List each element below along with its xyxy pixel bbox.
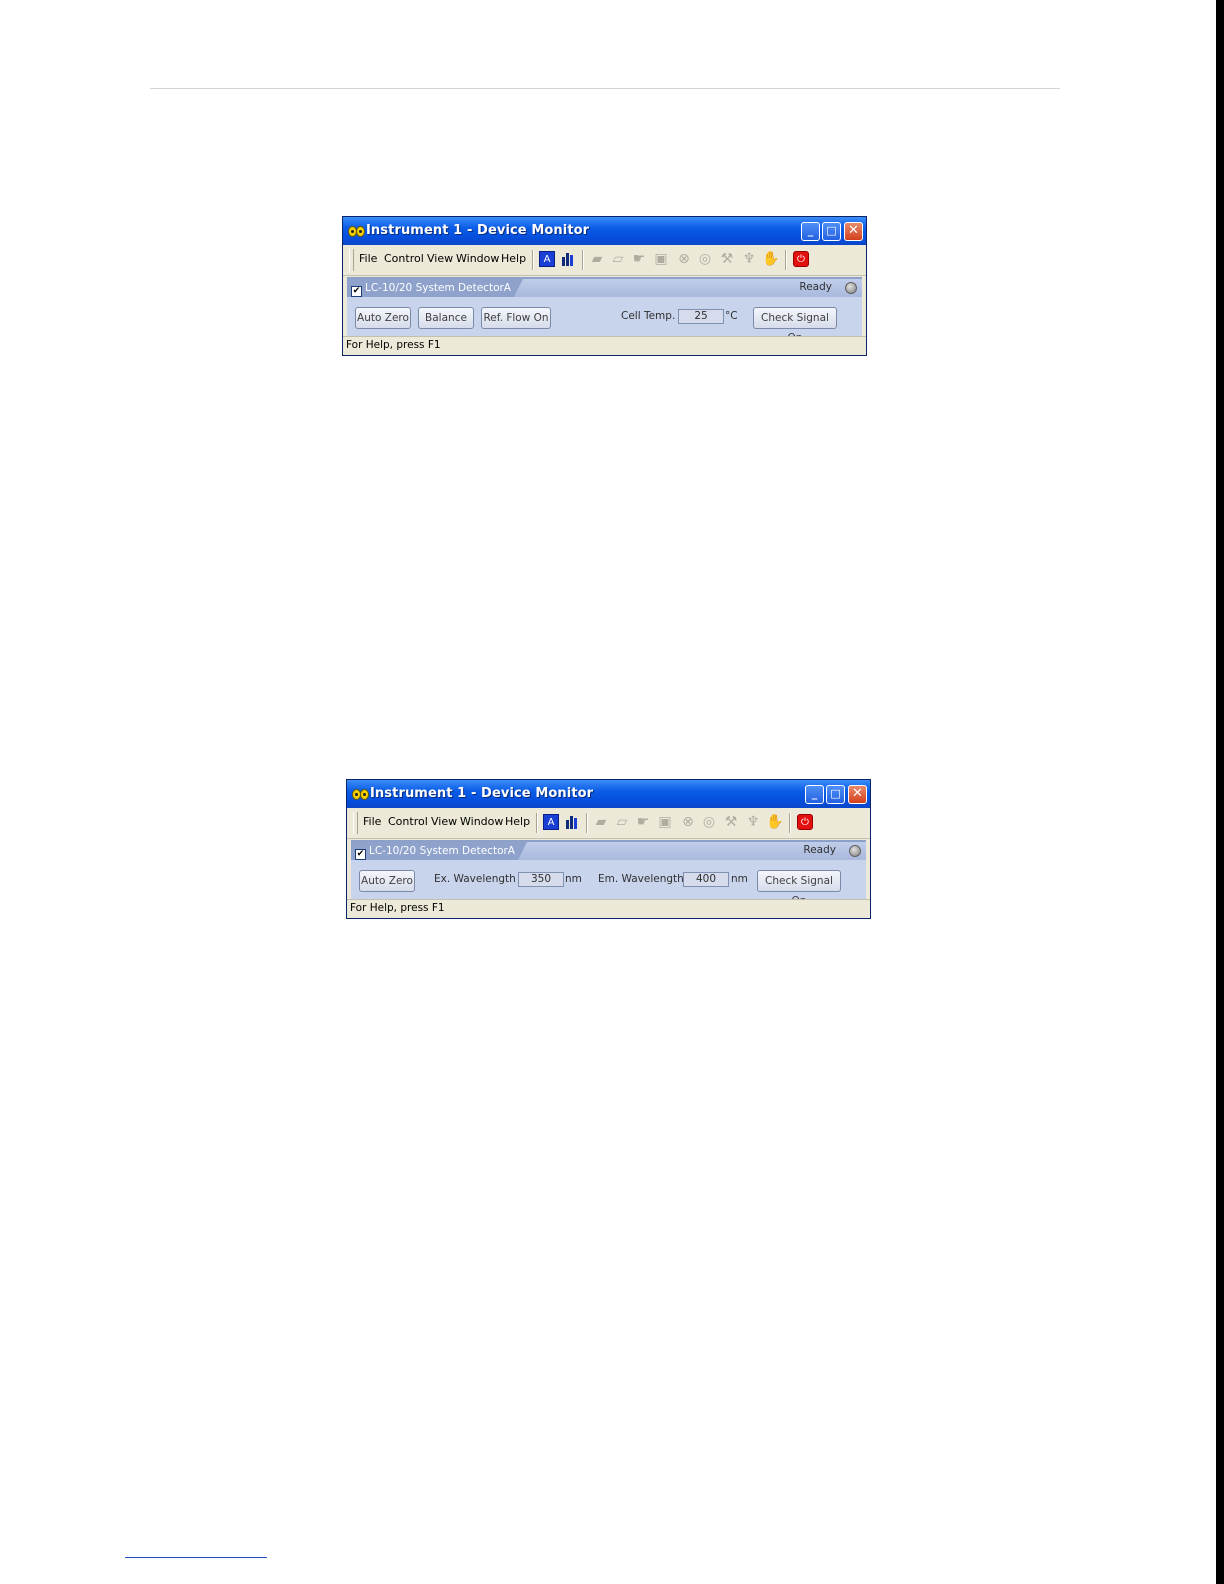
toolbar-separator xyxy=(582,250,584,270)
maximize-button[interactable]: □ xyxy=(822,222,841,241)
check-icon[interactable]: ✔ xyxy=(355,849,366,860)
target-icon[interactable]: ◎ xyxy=(697,251,713,267)
menu-file[interactable]: File xyxy=(363,815,381,828)
tab-strip: ✔ LC-10/20 System DetectorA Ready xyxy=(347,279,862,297)
ex-wavelength-unit: nm xyxy=(565,873,582,885)
footer-underline xyxy=(125,1557,267,1558)
menu-control[interactable]: Control xyxy=(384,252,424,265)
toolbar-grip[interactable] xyxy=(349,249,354,271)
em-wavelength-label: Em. Wavelength : xyxy=(598,873,691,885)
detector-panel: ✔ LC-10/20 System DetectorA Ready Auto Ze… xyxy=(351,840,866,907)
hand-icon[interactable]: ✋ xyxy=(762,251,779,267)
bar-chart-icon[interactable] xyxy=(564,814,580,830)
hand-icon[interactable]: ✋ xyxy=(766,814,783,830)
page-header-rule xyxy=(150,88,1060,89)
pointer-icon[interactable]: ☛ xyxy=(631,251,647,267)
font-a-icon[interactable]: A xyxy=(539,251,555,267)
antenna-icon[interactable]: ♆ xyxy=(745,814,761,830)
menu-control[interactable]: Control xyxy=(388,815,428,828)
eyes-icon xyxy=(348,225,365,237)
toolbar-separator xyxy=(586,813,588,833)
cell-temp-unit: °C xyxy=(725,310,738,322)
toolbar: File Control View Window Help A ▰ ▱ ☛ ▣ … xyxy=(347,808,870,839)
folder-icon[interactable]: ▰ xyxy=(593,814,609,830)
status-led-icon xyxy=(849,845,861,857)
cell-temp-label: Cell Temp. : xyxy=(621,310,683,322)
wrench-icon[interactable]: ⚒ xyxy=(723,814,739,830)
detector-panel: ✔ LC-10/20 System DetectorA Ready Auto Ze… xyxy=(347,277,862,344)
menu-window[interactable]: Window xyxy=(460,815,503,828)
tab-strip: ✔ LC-10/20 System DetectorA Ready xyxy=(351,842,866,860)
maximize-button[interactable]: □ xyxy=(826,785,845,804)
stop-circle-icon[interactable]: ⊗ xyxy=(680,814,696,830)
em-wavelength-unit: nm xyxy=(731,873,748,885)
auto-zero-button[interactable]: Auto Zero xyxy=(359,870,415,892)
toolbar: File Control View Window Help A ▰ ▱ ☛ ▣ … xyxy=(343,245,866,276)
check-signal-button[interactable]: Check Signal On xyxy=(757,870,841,907)
menu-help[interactable]: Help xyxy=(501,252,526,265)
antenna-icon[interactable]: ♆ xyxy=(741,251,757,267)
status-text: Ready xyxy=(799,281,832,293)
camera-icon[interactable]: ▣ xyxy=(653,251,669,267)
toolbar-separator xyxy=(785,250,787,270)
menu-help[interactable]: Help xyxy=(505,815,530,828)
folder-icon[interactable]: ▰ xyxy=(589,251,605,267)
em-wavelength-field[interactable]: 400 xyxy=(683,872,729,887)
tab-label: LC-10/20 System DetectorA xyxy=(369,845,515,857)
device-monitor-window-2: Instrument 1 - Device Monitor _ □ ✕ File… xyxy=(346,779,871,919)
page-edge-bar xyxy=(1216,0,1224,1584)
window-title: Instrument 1 - Device Monitor xyxy=(366,223,590,238)
tab-detector[interactable]: ✔ LC-10/20 System DetectorA xyxy=(347,279,523,297)
status-bar: For Help, press F1 xyxy=(343,336,866,355)
stop-circle-icon[interactable]: ⊗ xyxy=(676,251,692,267)
menu-file[interactable]: File xyxy=(359,252,377,265)
balance-button[interactable]: Balance xyxy=(418,307,474,329)
check-icon[interactable]: ✔ xyxy=(351,286,362,297)
status-bar: For Help, press F1 xyxy=(347,899,870,918)
pointer-icon[interactable]: ☛ xyxy=(635,814,651,830)
power-icon[interactable]: ⏻ xyxy=(797,814,813,830)
ex-wavelength-field[interactable]: 350 xyxy=(518,872,564,887)
bar-chart-icon[interactable] xyxy=(560,251,576,267)
check-signal-button[interactable]: Check Signal On xyxy=(753,307,837,344)
menu-window[interactable]: Window xyxy=(456,252,499,265)
close-button[interactable]: ✕ xyxy=(848,785,867,804)
toolbar-grip[interactable] xyxy=(353,812,358,834)
menu-view[interactable]: View xyxy=(431,815,457,828)
power-icon[interactable]: ⏻ xyxy=(793,251,809,267)
eyes-icon xyxy=(352,788,369,800)
font-a-icon[interactable]: A xyxy=(543,814,559,830)
tab-label: LC-10/20 System DetectorA xyxy=(365,282,511,294)
status-led-icon xyxy=(845,282,857,294)
stack-icon[interactable]: ▱ xyxy=(614,814,630,830)
tab-detector[interactable]: ✔ LC-10/20 System DetectorA xyxy=(351,842,527,860)
menu-view[interactable]: View xyxy=(427,252,453,265)
target-icon[interactable]: ◎ xyxy=(701,814,717,830)
toolbar-separator xyxy=(789,813,791,833)
camera-icon[interactable]: ▣ xyxy=(657,814,673,830)
ex-wavelength-label: Ex. Wavelength : xyxy=(434,873,523,885)
minimize-button[interactable]: _ xyxy=(801,222,820,241)
window-title: Instrument 1 - Device Monitor xyxy=(370,786,594,801)
stack-icon[interactable]: ▱ xyxy=(610,251,626,267)
device-monitor-window-1: Instrument 1 - Device Monitor _ □ ✕ File… xyxy=(342,216,867,356)
close-button[interactable]: ✕ xyxy=(844,222,863,241)
title-bar[interactable]: Instrument 1 - Device Monitor _ □ ✕ xyxy=(343,217,866,245)
status-text: Ready xyxy=(803,844,836,856)
toolbar-separator xyxy=(532,250,534,270)
toolbar-separator xyxy=(536,813,538,833)
minimize-button[interactable]: _ xyxy=(805,785,824,804)
cell-temp-field[interactable]: 25 xyxy=(678,309,724,324)
title-bar[interactable]: Instrument 1 - Device Monitor _ □ ✕ xyxy=(347,780,870,808)
auto-zero-button[interactable]: Auto Zero xyxy=(355,307,411,329)
wrench-icon[interactable]: ⚒ xyxy=(719,251,735,267)
ref-flow-button[interactable]: Ref. Flow On xyxy=(481,307,551,329)
